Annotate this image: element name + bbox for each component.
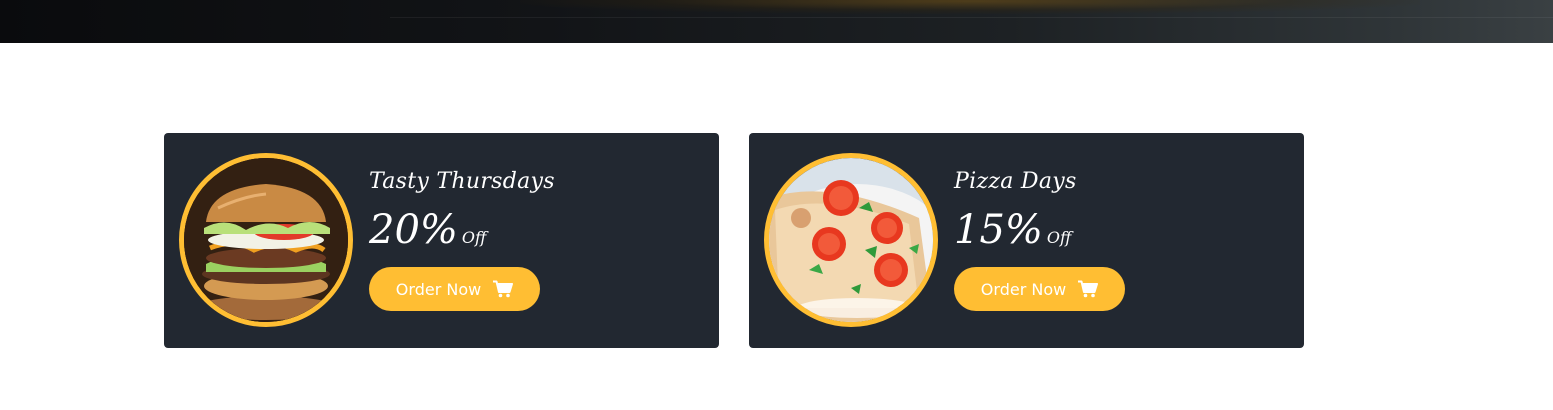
order-now-button[interactable]: Order Now [954, 267, 1125, 311]
offer-card-tasty-thursdays: Tasty Thursdays 20% Off Order Now [164, 133, 719, 348]
offer-title: Pizza Days [954, 169, 1077, 194]
hero-banner-bottom [0, 0, 1553, 43]
pizza-image [764, 153, 938, 327]
discount-off-label: Off [1046, 228, 1072, 247]
offer-card-pizza-days: Pizza Days 15% Off Order Now [749, 133, 1304, 348]
cart-icon [1078, 280, 1099, 298]
hero-shelf-line [390, 17, 1553, 18]
cart-icon [493, 280, 514, 298]
offer-discount: 20% Off [369, 207, 486, 253]
offer-discount: 15% Off [954, 207, 1071, 253]
order-now-label: Order Now [980, 279, 1067, 299]
discount-off-label: Off [461, 228, 487, 247]
order-now-button[interactable]: Order Now [369, 267, 540, 311]
burger-image [179, 153, 353, 327]
hero-glow [520, 0, 1420, 14]
discount-percent: 15% [954, 207, 1043, 253]
offer-title: Tasty Thursdays [369, 169, 555, 194]
offer-section: Tasty Thursdays 20% Off Order Now Pizza … [164, 133, 1304, 348]
discount-percent: 20% [369, 207, 458, 253]
order-now-label: Order Now [395, 279, 482, 299]
